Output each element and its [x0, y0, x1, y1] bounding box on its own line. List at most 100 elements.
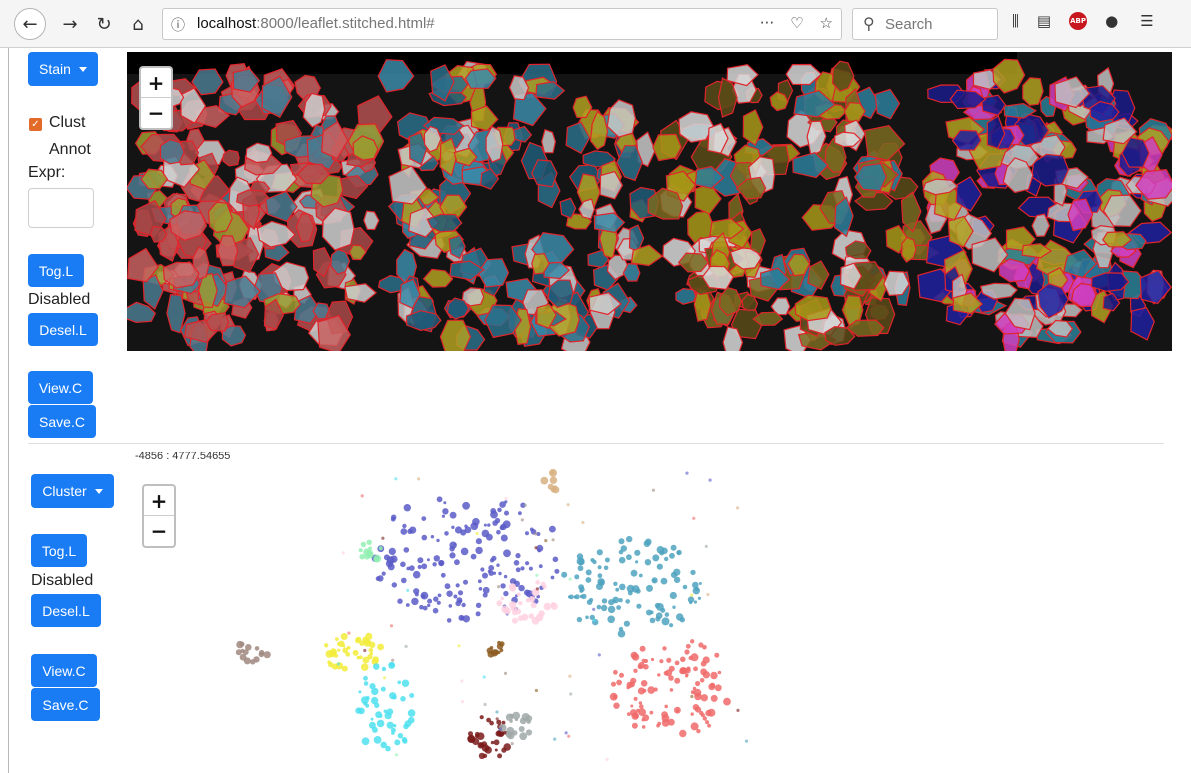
cluster-point	[400, 528, 408, 535]
cluster-point	[568, 674, 572, 678]
zoom-control-top: + −	[139, 66, 173, 130]
cluster-point	[337, 648, 341, 652]
tissue-map[interactable]: + −	[127, 52, 1172, 351]
cluster-point	[674, 677, 681, 684]
home-icon[interactable]: ⌂	[126, 12, 150, 36]
save-cluster-button-2[interactable]: Save.C	[31, 688, 100, 721]
cluster-point	[514, 717, 519, 722]
bookmark-star-icon[interactable]: ☆	[820, 14, 833, 32]
cluster-point	[254, 646, 260, 651]
cluster-point	[717, 670, 722, 675]
cluster-point	[544, 539, 548, 543]
cluster-point	[483, 523, 487, 527]
cluster-point	[641, 725, 646, 729]
cluster-point	[585, 569, 592, 576]
search-icon: ⚲	[863, 14, 875, 33]
cluster-scatter-map[interactable]: -4856 : 4777.54655 + −	[127, 452, 1172, 773]
cluster-point	[360, 494, 364, 498]
cluster-dropdown-button[interactable]: Cluster	[31, 474, 114, 508]
cluster-point	[518, 511, 522, 516]
cluster-point	[605, 757, 609, 761]
zoom-in-button[interactable]: +	[141, 68, 171, 98]
cluster-point	[402, 738, 408, 744]
cluster-point	[710, 671, 718, 680]
cluster-point	[695, 680, 701, 687]
reload-icon[interactable]: ↻	[92, 12, 116, 36]
toggle-layer-button[interactable]: Tog.L	[28, 254, 84, 287]
cluster-point	[506, 731, 511, 736]
cluster-point	[682, 584, 688, 590]
cluster-point	[263, 651, 271, 659]
forward-icon[interactable]: →	[58, 12, 82, 36]
expr-input[interactable]	[28, 188, 94, 228]
cluster-point	[550, 575, 555, 580]
cluster-point	[442, 508, 449, 515]
view-cluster-button[interactable]: View.C	[28, 371, 93, 404]
page-actions-icon[interactable]: ···	[760, 14, 774, 32]
cluster-point	[490, 740, 495, 745]
search-input[interactable]: ⚲ Search	[852, 8, 998, 40]
cluster-point	[615, 587, 620, 592]
cluster-point	[509, 601, 517, 609]
cluster-point	[409, 526, 417, 534]
cluster-point	[525, 598, 531, 603]
zoom-in-button-2[interactable]: +	[144, 486, 174, 516]
cluster-point	[631, 654, 635, 658]
cluster-point	[626, 685, 630, 690]
cluster-point	[596, 583, 603, 590]
cluster-point	[487, 523, 491, 527]
cluster-point	[239, 653, 247, 661]
cluster-point	[675, 709, 680, 713]
zoom-out-button-2[interactable]: −	[144, 516, 174, 546]
zoom-out-button[interactable]: −	[141, 98, 171, 128]
menu-icon[interactable]: ☰	[1140, 12, 1153, 30]
cluster-point	[370, 696, 379, 705]
cluster-point	[472, 518, 480, 526]
cluster-point	[700, 694, 708, 702]
cluster-point	[535, 613, 544, 622]
cluster-point	[479, 715, 484, 720]
cluster-point	[417, 557, 424, 564]
cluster-point	[503, 574, 508, 579]
cluster-point	[669, 623, 674, 628]
cluster-point	[687, 596, 695, 603]
cluster-point	[336, 662, 341, 666]
save-cluster-button[interactable]: Save.C	[28, 405, 96, 438]
cluster-point	[368, 647, 374, 653]
section-divider	[28, 443, 1164, 444]
adblock-icon[interactable]: ABP	[1069, 12, 1088, 30]
cluster-point	[477, 579, 482, 584]
clust-checkbox[interactable]: ✓	[29, 118, 42, 131]
cluster-point	[239, 641, 245, 647]
cluster-point	[512, 730, 518, 736]
cluster-point	[496, 563, 500, 567]
cluster-point	[530, 602, 537, 609]
cluster-point	[641, 718, 645, 722]
cluster-point	[662, 646, 667, 651]
pocket-icon[interactable]: ♡	[790, 14, 803, 32]
url-bar[interactable]: ⓘ localhost:8000/leaflet.stitched.html# …	[162, 8, 842, 40]
cluster-point	[649, 610, 654, 615]
sidebar-icon[interactable]: ▤	[1037, 12, 1051, 30]
cluster-point	[690, 639, 695, 644]
toggle-layer-button-2[interactable]: Tog.L	[31, 534, 87, 567]
info-icon[interactable]: ⓘ	[171, 15, 185, 35]
deselect-layer-button[interactable]: Desel.L	[28, 313, 98, 346]
cluster-point	[690, 712, 694, 716]
cluster-point	[550, 470, 555, 475]
cluster-point	[592, 607, 596, 611]
url-text[interactable]: localhost:8000/leaflet.stitched.html#	[197, 15, 435, 32]
cluster-point	[366, 539, 372, 545]
cluster-point	[345, 651, 351, 657]
cluster-point	[592, 618, 596, 622]
view-cluster-button-2[interactable]: View.C	[31, 654, 97, 687]
account-icon[interactable]: ●	[1105, 12, 1118, 30]
library-icon[interactable]: ⫼	[1012, 12, 1019, 30]
back-icon[interactable]: ←	[14, 8, 46, 40]
cluster-point	[390, 516, 396, 522]
cluster-point	[503, 590, 509, 597]
deselect-layer-button-2[interactable]: Desel.L	[31, 594, 101, 627]
cluster-point	[448, 604, 453, 608]
stain-dropdown-button[interactable]: Stain	[28, 52, 98, 86]
cluster-point	[455, 583, 460, 588]
